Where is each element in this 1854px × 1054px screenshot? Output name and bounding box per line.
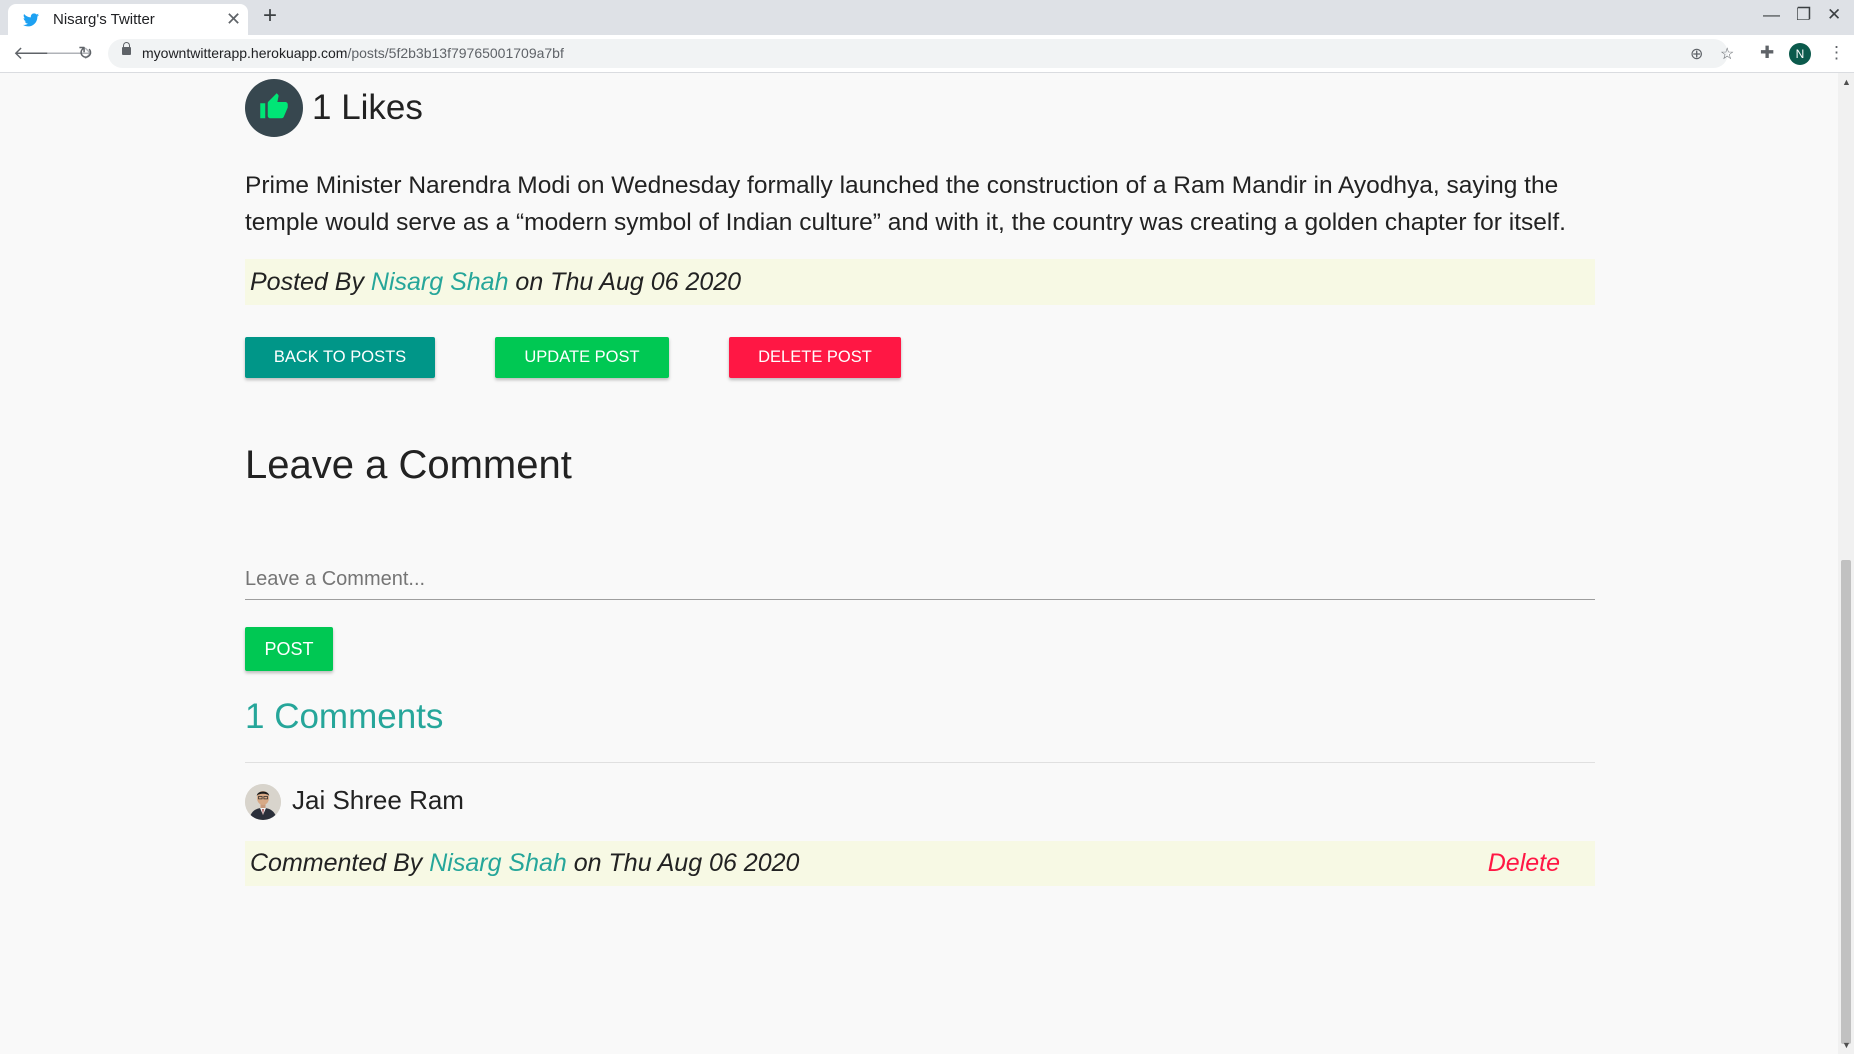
menu-kebab-icon[interactable]: ⋮ (1828, 43, 1845, 63)
comment-meta: Commented By Nisarg Shah on Thu Aug 06 2… (245, 841, 1595, 886)
reload-icon[interactable]: ↻ (78, 43, 93, 64)
new-tab-icon[interactable]: + (263, 2, 277, 30)
comment-text: Jai Shree Ram (292, 785, 464, 815)
commented-by-label: Commented By (250, 849, 430, 877)
likes-count: 1 Likes (312, 88, 423, 127)
comment-input[interactable] (245, 560, 1595, 600)
delete-comment-link[interactable]: Delete (1488, 841, 1560, 886)
profile-avatar[interactable]: N (1789, 43, 1811, 65)
browser-toolbar: 🡐 🡒 ↻ myowntwitterapp.herokuapp.com/post… (0, 35, 1854, 73)
post-meta: Posted By Nisarg Shah on Thu Aug 06 2020 (245, 259, 1595, 305)
comment-avatar (245, 784, 281, 820)
scroll-thumb[interactable] (1841, 560, 1851, 1044)
tab-close-icon[interactable]: ✕ (226, 9, 241, 30)
browser-tab-strip: Nisarg's Twitter ✕ + — ❐ ✕ (0, 0, 1854, 35)
leave-comment-heading: Leave a Comment (245, 443, 572, 487)
update-post-button[interactable]: UPDATE POST (495, 337, 669, 378)
delete-post-button[interactable]: DELETE POST (729, 337, 901, 378)
page-scrollbar[interactable]: ▲ ▼ (1838, 73, 1854, 1054)
browser-tab[interactable]: Nisarg's Twitter ✕ (8, 4, 248, 35)
scroll-up-icon[interactable]: ▲ (1842, 77, 1851, 87)
posted-date: on Thu Aug 06 2020 (508, 268, 742, 296)
window-close-icon[interactable]: ✕ (1827, 5, 1841, 25)
author-link[interactable]: Nisarg Shah (371, 268, 509, 296)
tab-title: Nisarg's Twitter (53, 11, 155, 28)
comments-heading: 1 Comments (245, 697, 444, 736)
comment-author-link[interactable]: Nisarg Shah (429, 849, 567, 877)
divider (245, 762, 1595, 763)
restore-icon[interactable]: ❐ (1796, 5, 1811, 25)
lock-icon (122, 42, 131, 55)
scroll-down-icon[interactable]: ▼ (1842, 1040, 1851, 1050)
minimize-icon[interactable]: — (1763, 5, 1780, 25)
post-body: Prime Minister Narendra Modi on Wednesda… (245, 172, 1566, 236)
twitter-icon (23, 13, 39, 27)
url-text: myowntwitterapp.herokuapp.com/posts/5f2b… (142, 45, 564, 61)
address-bar[interactable]: myowntwitterapp.herokuapp.com/posts/5f2b… (108, 39, 1734, 68)
post-comment-button[interactable]: POST (245, 627, 333, 671)
back-to-posts-button[interactable]: BACK TO POSTS (245, 337, 435, 378)
comment-date: on Thu Aug 06 2020 (566, 849, 800, 877)
zoom-icon[interactable]: ⊕ (1690, 44, 1703, 64)
user-avatar-icon (245, 784, 281, 820)
bookmark-star-icon[interactable]: ☆ (1720, 44, 1734, 64)
thumbs-up-icon (260, 93, 288, 119)
posted-by-label: Posted By (250, 268, 371, 296)
like-button[interactable] (245, 79, 303, 137)
extensions-icon[interactable]: ✚ (1760, 43, 1774, 63)
